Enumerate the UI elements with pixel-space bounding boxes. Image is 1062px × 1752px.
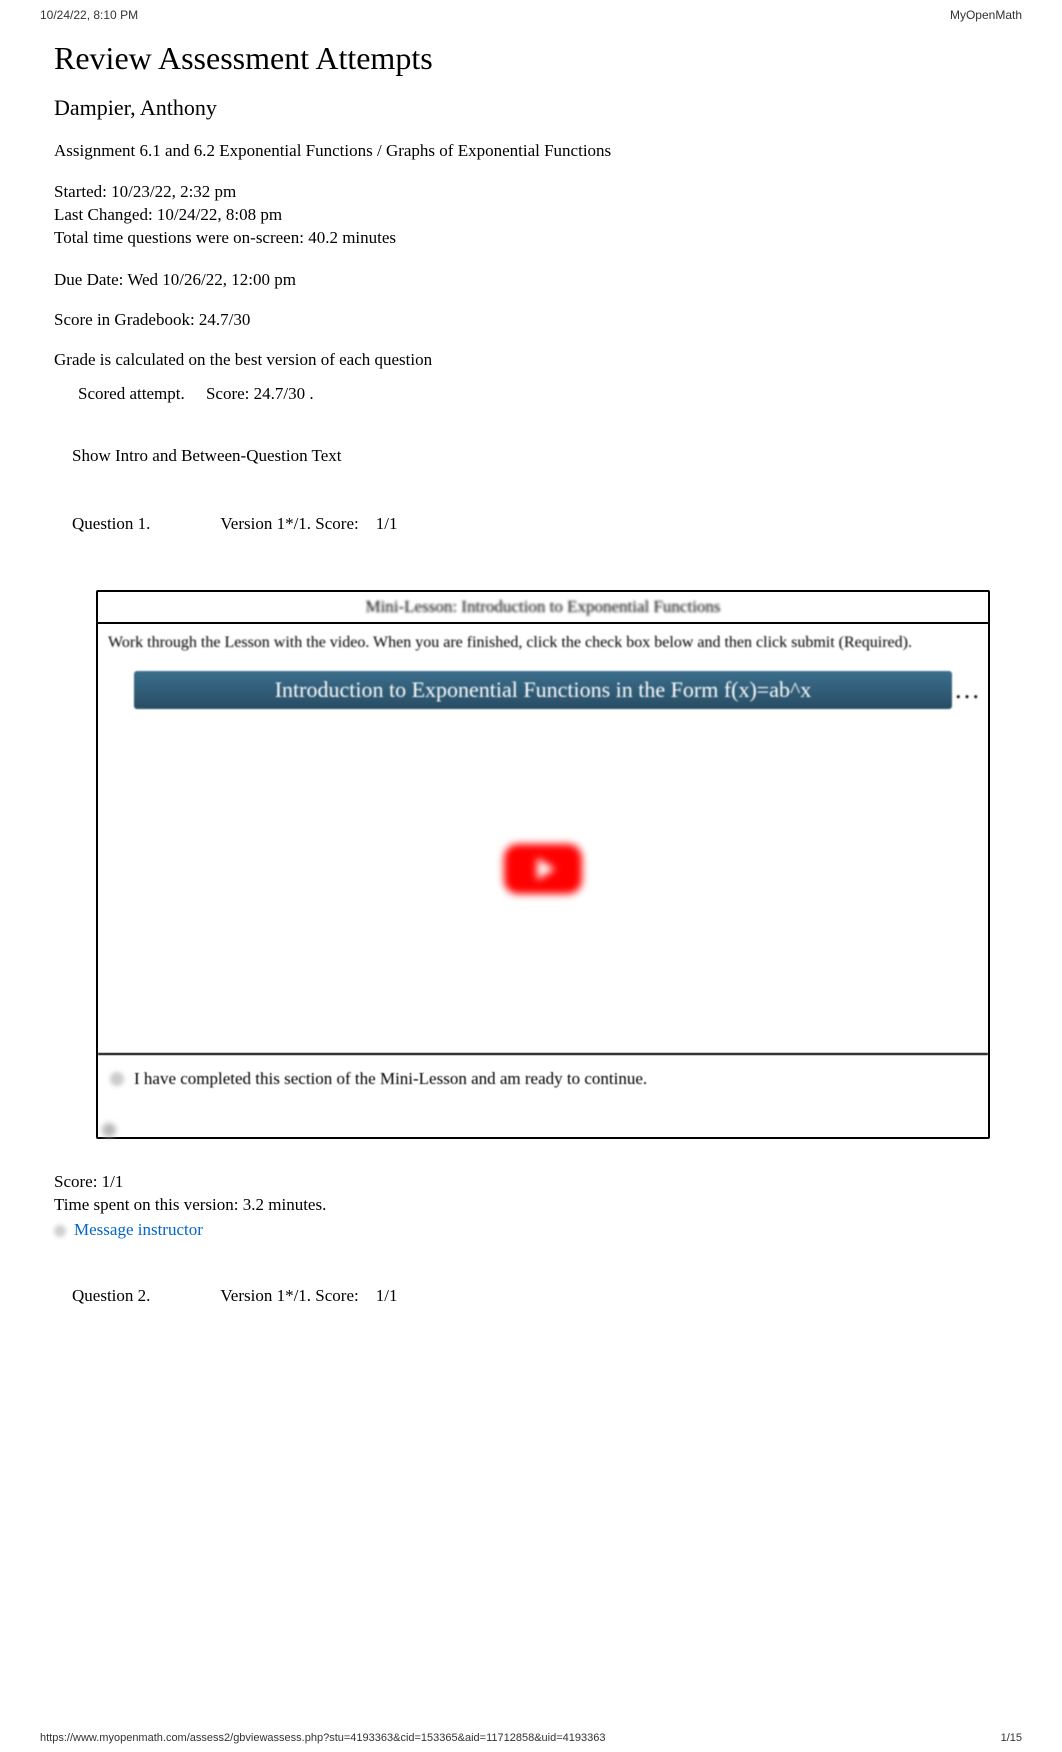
question-2-body bbox=[78, 1344, 1008, 1664]
video-title: Introduction to Exponential Functions in… bbox=[275, 677, 812, 702]
print-footer: https://www.myopenmath.com/assess2/gbvie… bbox=[40, 1732, 1022, 1744]
question-2-bar: Question 2. Version 1*/1. Score: 1/1 bbox=[54, 1270, 1008, 1322]
message-instructor-link[interactable]: Message instructor bbox=[54, 1219, 203, 1242]
footer-url: https://www.myopenmath.com/assess2/gbvie… bbox=[40, 1732, 605, 1744]
started-line: Started: 10/23/22, 2:32 pm bbox=[54, 181, 1008, 204]
question-1-body: Mini-Lesson: Introduction to Exponential… bbox=[78, 572, 1008, 1158]
main-content: Review Assessment Attempts Dampier, Anth… bbox=[0, 40, 1062, 1684]
video-player[interactable] bbox=[134, 709, 952, 1029]
print-header: 10/24/22, 8:10 PM MyOpenMath bbox=[0, 0, 1062, 30]
print-site: MyOpenMath bbox=[950, 8, 1022, 22]
video-wrap: Introduction to Exponential Functions in… bbox=[98, 661, 988, 1053]
question-2-label: Question 2. bbox=[72, 1286, 150, 1306]
video-title-bar: Introduction to Exponential Functions in… bbox=[134, 671, 952, 709]
scored-attempt-label: Scored attempt. bbox=[78, 384, 185, 403]
question-1-version: Version 1*/1. Score: bbox=[220, 514, 358, 533]
question-1-score-block: Score: 1/1 Time spent on this version: 3… bbox=[54, 1171, 1008, 1243]
gradebook-score: Score in Gradebook: 24.7/30 bbox=[54, 310, 1008, 330]
question-1-label: Question 1. bbox=[72, 514, 150, 534]
question-1-time-spent: Time spent on this version: 3.2 minutes. bbox=[54, 1194, 1008, 1217]
question-2-version: Version 1*/1. Score: bbox=[220, 1286, 358, 1305]
question-2-bar-score: 1/1 bbox=[376, 1286, 398, 1305]
question-1-bar: Question 1. Version 1*/1. Score: 1/1 bbox=[54, 498, 1008, 550]
checkbox-label: I have completed this section of the Min… bbox=[134, 1069, 647, 1089]
checkbox-icon[interactable] bbox=[110, 1072, 124, 1086]
assignment-name: Assignment 6.1 and 6.2 Exponential Funct… bbox=[54, 141, 1008, 161]
ellipsis-icon: … bbox=[954, 675, 980, 705]
due-date: Due Date: Wed 10/26/22, 12:00 pm bbox=[54, 270, 1008, 290]
footer-page: 1/15 bbox=[1001, 1732, 1022, 1744]
scored-attempt-score: Score: 24.7/30 . bbox=[206, 384, 314, 403]
youtube-play-icon[interactable] bbox=[504, 844, 582, 894]
question-1-result-score: Score: 1/1 bbox=[54, 1171, 1008, 1194]
scored-attempt-button[interactable]: Scored attempt. Score: 24.7/30 . bbox=[62, 376, 330, 412]
mini-lesson-title: Mini-Lesson: Introduction to Exponential… bbox=[100, 594, 986, 620]
total-time-line: Total time questions were on-screen: 40.… bbox=[54, 227, 1008, 250]
question-1-version-badge[interactable]: Version 1*/1. Score: 1/1 bbox=[210, 510, 407, 538]
message-icon bbox=[54, 1225, 66, 1237]
completion-checkbox-row: I have completed this section of the Min… bbox=[98, 1053, 988, 1119]
print-datetime: 10/24/22, 8:10 PM bbox=[40, 8, 138, 22]
question-2-version-badge[interactable]: Version 1*/1. Score: 1/1 bbox=[210, 1282, 407, 1310]
message-instructor-label: Message instructor bbox=[74, 1219, 203, 1242]
mini-lesson-box: Mini-Lesson: Introduction to Exponential… bbox=[96, 590, 990, 1140]
mini-lesson-desc: Work through the Lesson with the video. … bbox=[98, 624, 988, 662]
grade-calc: Grade is calculated on the best version … bbox=[54, 350, 1008, 370]
corner-icon bbox=[102, 1123, 116, 1137]
meta-block: Started: 10/23/22, 2:32 pm Last Changed:… bbox=[54, 181, 1008, 250]
question-1-bar-score: 1/1 bbox=[376, 514, 398, 533]
show-intro-button[interactable]: Show Intro and Between-Question Text bbox=[54, 436, 360, 476]
page-title: Review Assessment Attempts bbox=[54, 40, 1008, 77]
last-changed-line: Last Changed: 10/24/22, 8:08 pm bbox=[54, 204, 1008, 227]
student-name: Dampier, Anthony bbox=[54, 95, 1008, 121]
